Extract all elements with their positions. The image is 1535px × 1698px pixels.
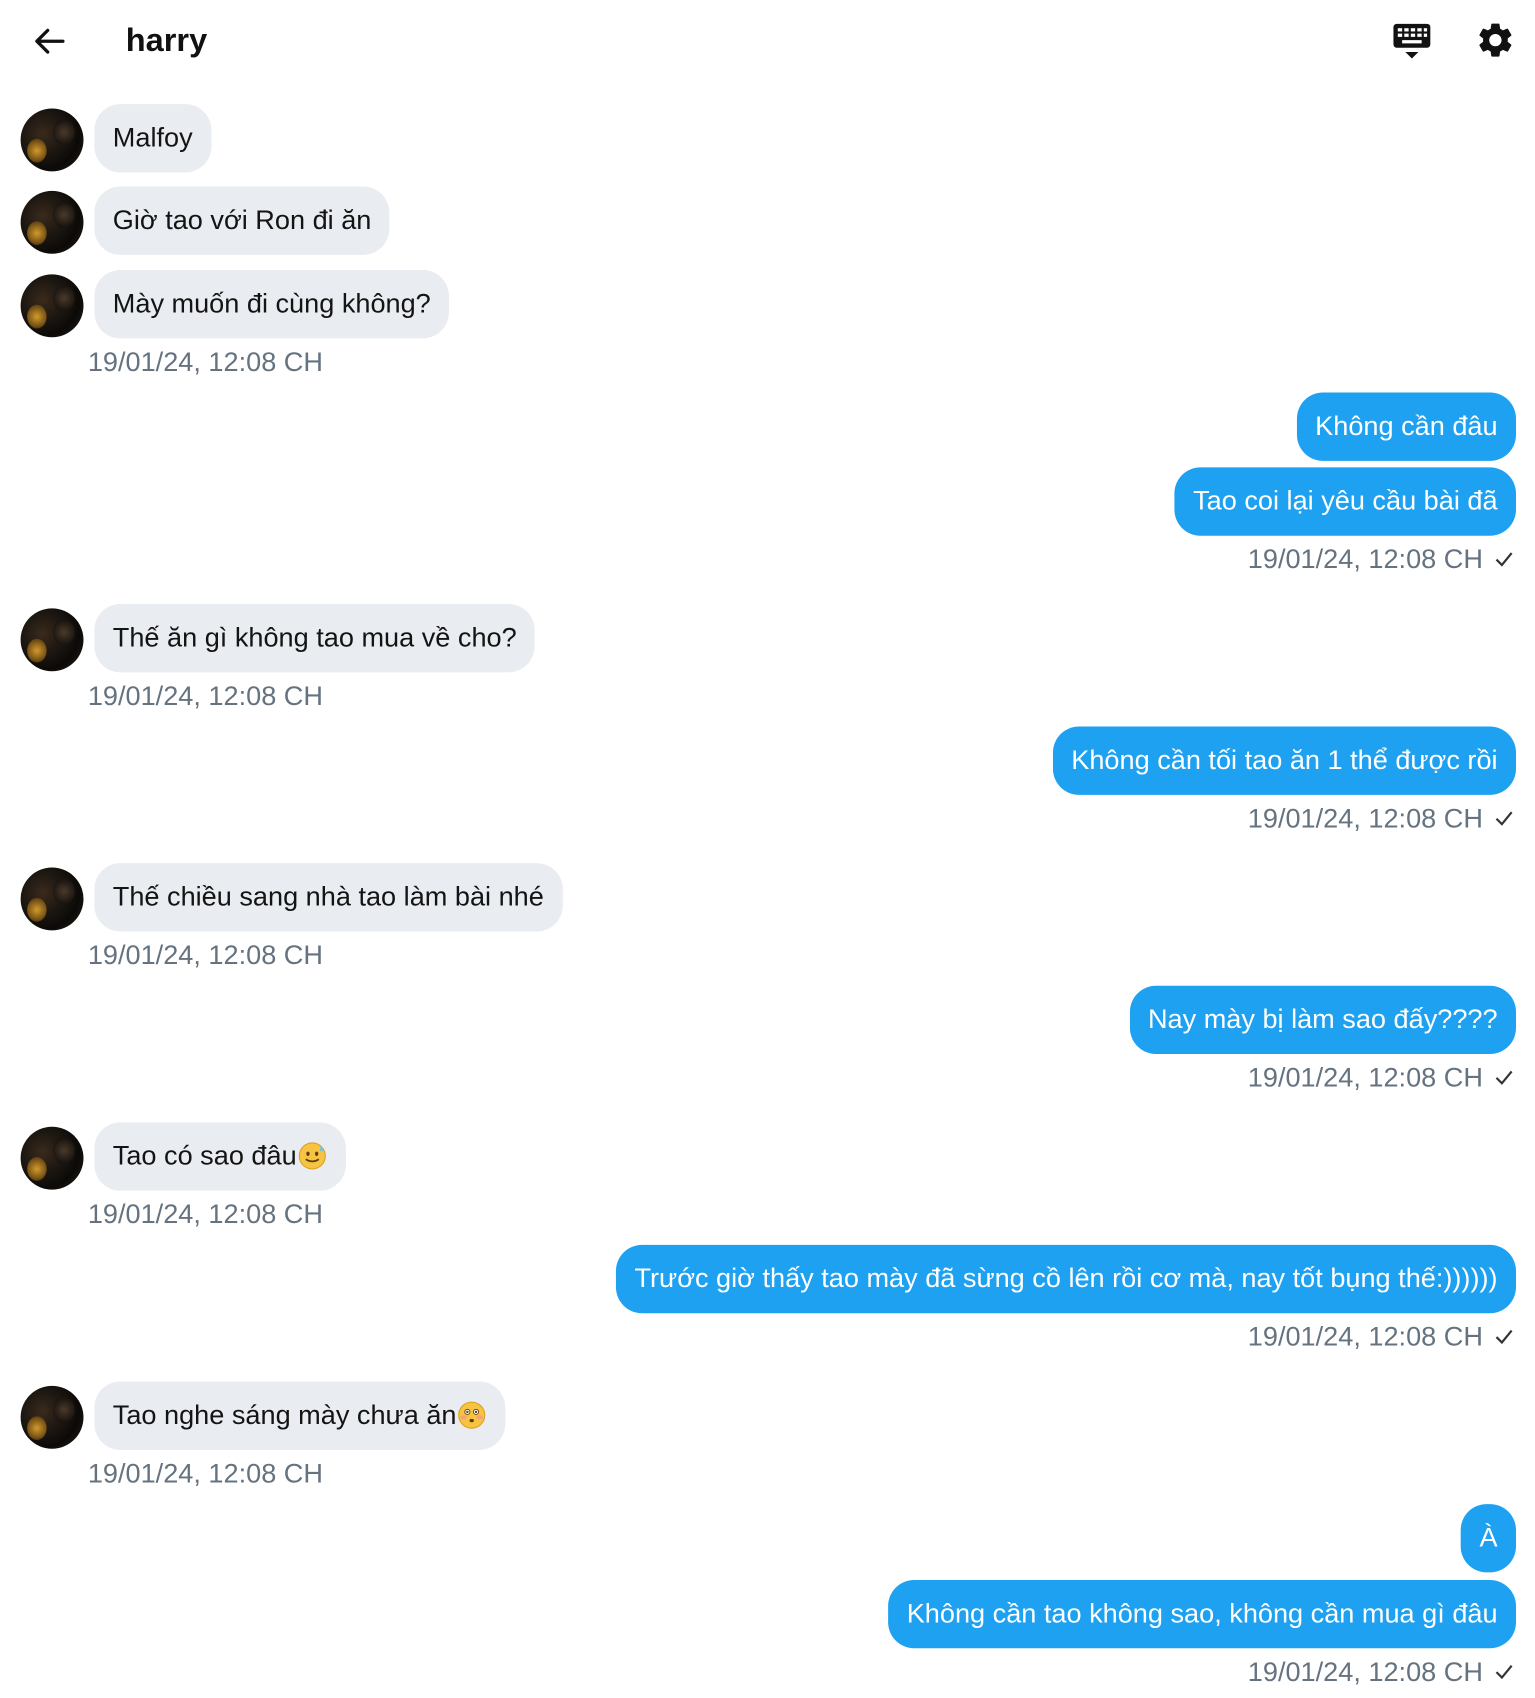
message-timestamp: 19/01/24, 12:08 CH <box>1247 1321 1483 1353</box>
avatar[interactable] <box>20 190 84 254</box>
avatar[interactable] <box>20 274 84 338</box>
message-row: Không cần tao không sao, không cần mua g… <box>0 1579 1534 1649</box>
sent-check-icon <box>1495 1664 1512 1680</box>
message-timestamp: 19/01/24, 12:08 CH <box>1247 544 1483 575</box>
message-row: Giờ tao với Ron đi ăn <box>0 186 1534 256</box>
message-row: Mày muốn đi cùng không? <box>0 270 1534 339</box>
flushed-face-emoji <box>458 1401 486 1429</box>
sweat-smile-face-emoji <box>298 1142 326 1170</box>
message-text: Tao nghe sáng mày chưa ăn <box>112 1399 457 1431</box>
incoming-message-bubble[interactable]: Thế chiều sang nhà tao làm bài nhé <box>94 863 563 932</box>
sent-check-icon <box>1495 1329 1512 1345</box>
keyboard-icon <box>1393 23 1431 59</box>
message-row: Malfoy <box>0 104 1534 173</box>
avatar[interactable] <box>20 867 84 931</box>
message-row: Nay mày bị làm sao đấy???? <box>0 985 1534 1055</box>
message-row: À <box>0 1504 1534 1573</box>
incoming-message-bubble[interactable]: Thế ăn gì không tao mua về cho? <box>94 604 536 673</box>
chat-screen: harry Malfoy Giờ tao với Ron đi ăn Mày m… <box>0 0 1535 1698</box>
message-timestamp: 19/01/24, 12:08 CH <box>87 681 323 712</box>
sent-check-icon <box>1495 552 1512 567</box>
gear-icon <box>1479 23 1512 57</box>
sent-check-icon <box>1495 1070 1512 1085</box>
message-text: Tao có sao đâu <box>112 1140 297 1172</box>
message-timestamp: 19/01/24, 12:08 CH <box>87 1458 323 1489</box>
outgoing-message-bubble[interactable]: Trước giờ thấy tao mày đã sừng cồ lên rồ… <box>616 1244 1516 1314</box>
message-row: Thế chiều sang nhà tao làm bài nhé <box>0 863 1534 932</box>
page-title: harry <box>125 22 208 59</box>
message-timestamp: 19/01/24, 12:08 CH <box>87 1199 323 1230</box>
keyboard-button[interactable] <box>1390 20 1433 63</box>
incoming-message-bubble[interactable]: Malfoy <box>94 104 212 173</box>
incoming-message-bubble[interactable]: Tao nghe sáng mày chưa ăn <box>94 1381 506 1450</box>
outgoing-message-bubble[interactable]: Không cần đâu <box>1296 392 1516 461</box>
message-row: Thế ăn gì không tao mua về cho? <box>0 604 1534 673</box>
message-row: Tao coi lại yêu cầu bài đã <box>0 467 1534 536</box>
incoming-message-bubble[interactable]: Tao có sao đâu <box>94 1122 346 1191</box>
avatar[interactable] <box>20 608 84 672</box>
outgoing-message-bubble[interactable]: Không cần tao không sao, không cần mua g… <box>888 1579 1516 1649</box>
sent-check-icon <box>1495 811 1512 826</box>
avatar[interactable] <box>20 108 84 172</box>
outgoing-message-bubble[interactable]: Không cần tối tao ăn 1 thể được rồi <box>1052 726 1516 795</box>
arrow-left-icon <box>35 28 65 54</box>
avatar[interactable] <box>20 1126 84 1190</box>
incoming-message-bubble[interactable]: Mày muốn đi cùng không? <box>94 270 450 339</box>
message-timestamp: 19/01/24, 12:08 CH <box>87 347 323 378</box>
message-row: Không cần tối tao ăn 1 thể được rồi <box>0 726 1534 796</box>
avatar[interactable] <box>20 1385 84 1449</box>
outgoing-message-bubble[interactable]: Tao coi lại yêu cầu bài đã <box>1174 467 1516 536</box>
message-timestamp: 19/01/24, 12:08 CH <box>1247 803 1483 834</box>
message-timestamp: 19/01/24, 12:08 CH <box>1247 1656 1483 1688</box>
settings-button[interactable] <box>1475 20 1516 61</box>
message-timestamp: 19/01/24, 12:08 CH <box>1247 1062 1483 1094</box>
incoming-message-bubble[interactable]: Giờ tao với Ron đi ăn <box>94 186 390 255</box>
message-row: Trước giờ thấy tao mày đã sừng cồ lên rồ… <box>0 1244 1534 1314</box>
chat-header: harry <box>0 0 1534 85</box>
outgoing-message-bubble[interactable]: Nay mày bị làm sao đấy???? <box>1129 985 1516 1055</box>
message-row: Tao nghe sáng mày chưa ăn <box>0 1381 1534 1451</box>
message-row: Tao có sao đâu <box>0 1122 1534 1191</box>
message-row: Không cần đâu <box>0 392 1534 462</box>
back-button[interactable] <box>30 22 69 61</box>
outgoing-message-bubble[interactable]: À <box>1461 1504 1516 1573</box>
message-timestamp: 19/01/24, 12:08 CH <box>87 940 323 971</box>
